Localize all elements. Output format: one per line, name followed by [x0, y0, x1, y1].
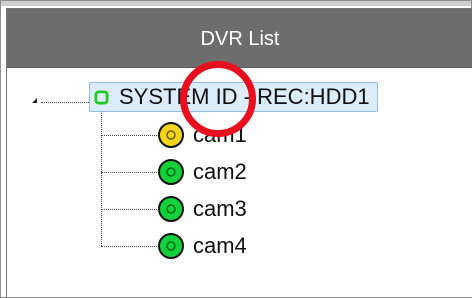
camera-status-icon — [158, 159, 184, 185]
panel-header: DVR List — [7, 9, 472, 68]
tree-item-cam3[interactable]: cam3 — [157, 194, 247, 224]
tree-item-cam2[interactable]: cam2 — [157, 157, 247, 187]
dvr-list-panel: DVR List SYSTEM ID - REC:HDD1 cam1 cam2 … — [6, 8, 472, 297]
tree-item-cam4[interactable]: cam4 — [157, 231, 247, 261]
tree-child-connector — [101, 209, 157, 210]
tree-root-connector — [41, 102, 89, 103]
camera-status-icon — [158, 233, 184, 259]
camera-status-icon — [158, 122, 184, 148]
tree-item-system-id[interactable]: SYSTEM ID - REC:HDD1 — [89, 82, 378, 112]
tree-child-connector — [101, 172, 157, 173]
tree-expander-icon[interactable] — [32, 98, 37, 103]
system-status-icon — [94, 89, 109, 105]
tree-child-connector — [101, 135, 157, 136]
camera-status-icon — [158, 196, 184, 222]
tree-item-label: cam2 — [193, 159, 247, 184]
tree-item-label: cam3 — [193, 196, 247, 221]
tree-item-cam1[interactable]: cam1 — [157, 120, 247, 150]
tree-item-label: cam4 — [193, 233, 247, 258]
tree-vertical-connector — [101, 113, 102, 246]
panel-title: DVR List — [200, 28, 280, 50]
tree-item-label: SYSTEM ID - REC:HDD1 — [119, 84, 370, 109]
dvr-tree[interactable]: SYSTEM ID - REC:HDD1 cam1 cam2 cam3 cam4 — [7, 68, 472, 297]
page: DVR List SYSTEM ID - REC:HDD1 cam1 cam2 … — [0, 0, 472, 298]
tree-child-connector — [101, 246, 157, 247]
tree-item-label: cam1 — [193, 122, 247, 147]
